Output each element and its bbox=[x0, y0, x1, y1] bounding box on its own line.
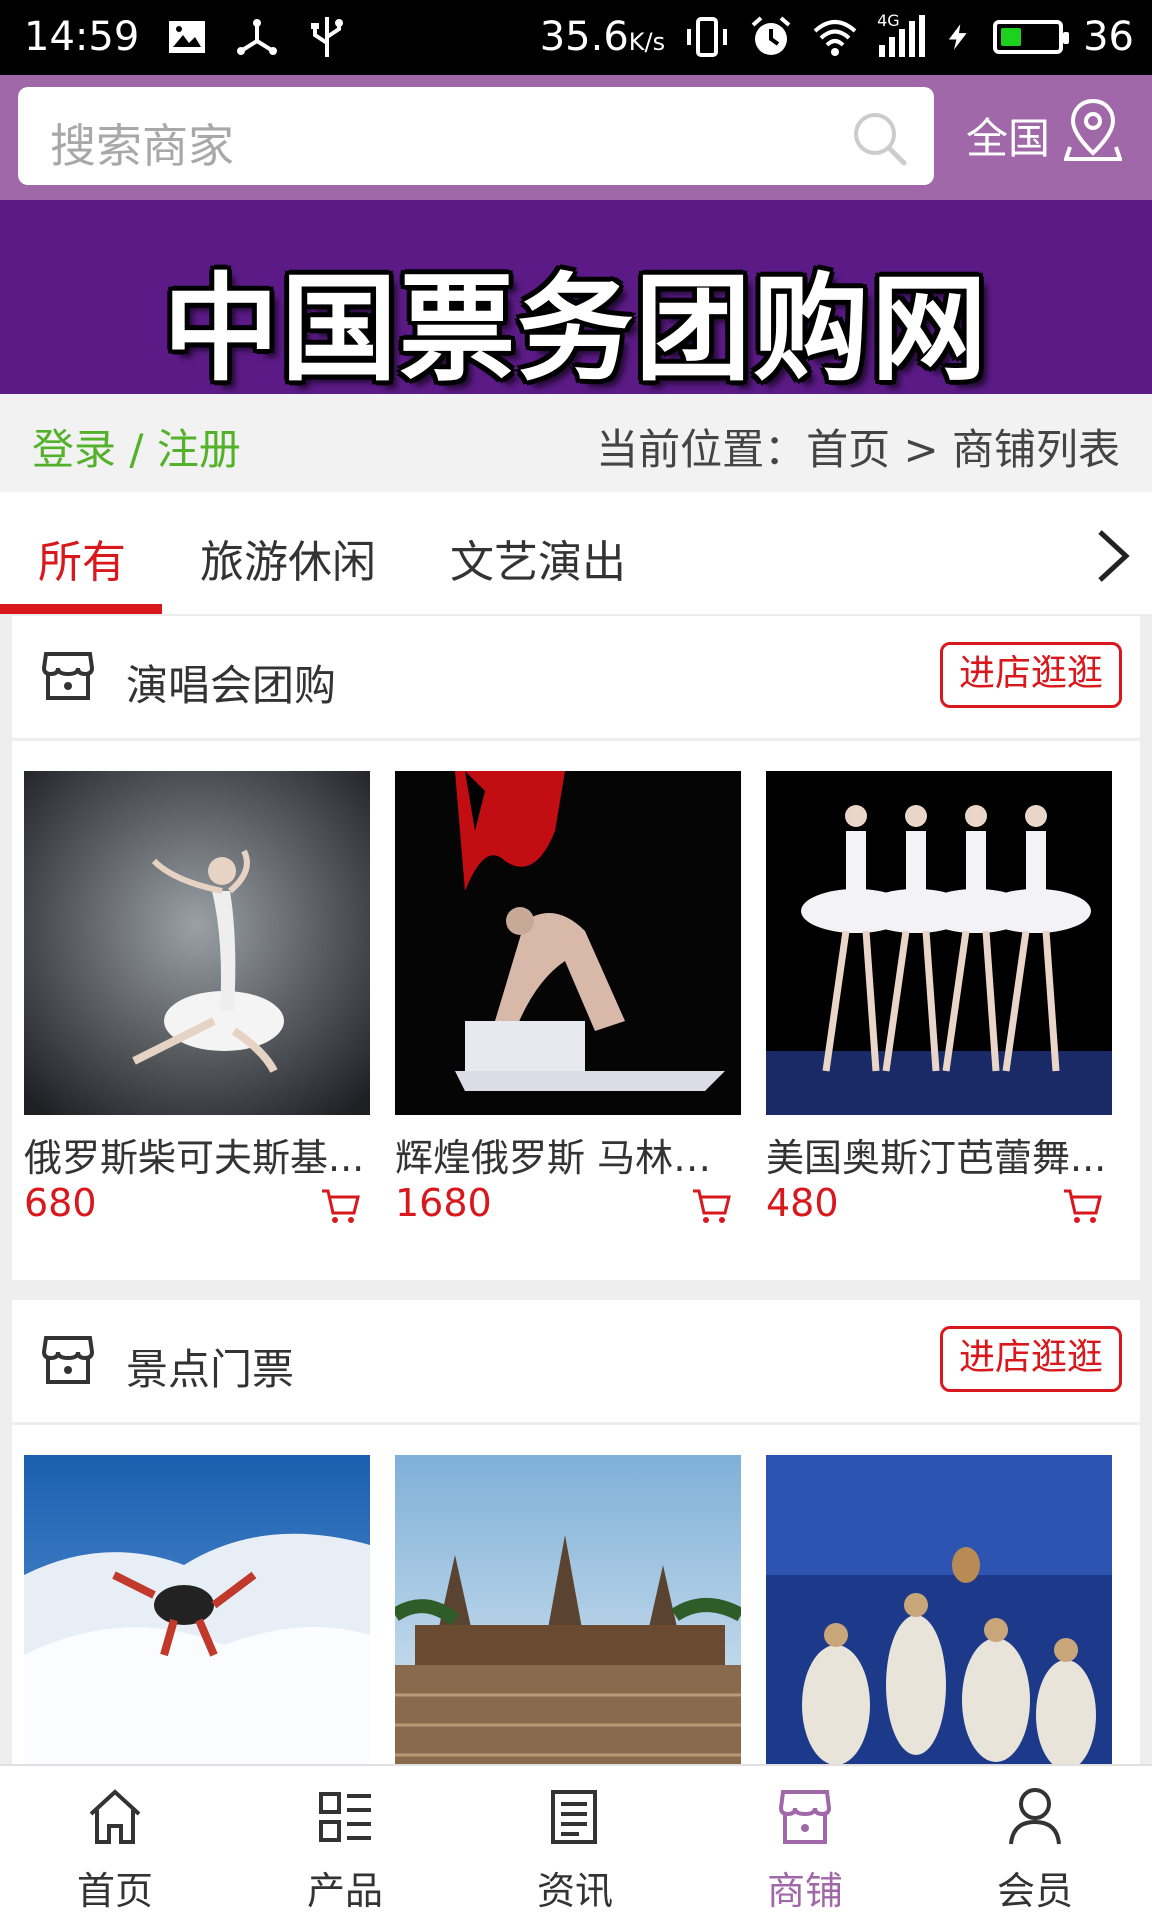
breadcrumb: 当前位置：首页 > 商铺列表 bbox=[596, 425, 1120, 474]
cart-icon[interactable] bbox=[1062, 1185, 1102, 1225]
shop-name: 演唱会团购 bbox=[126, 661, 337, 710]
battery-percent: 36 bbox=[1083, 14, 1134, 60]
search-placeholder: 搜索商家 bbox=[50, 119, 234, 173]
product-image-swan-lake[interactable] bbox=[766, 771, 1112, 1115]
nav-label: 会员 bbox=[996, 1869, 1073, 1913]
product-image-ballet-solo[interactable] bbox=[24, 771, 370, 1115]
product-image-angkor-wat[interactable] bbox=[395, 1455, 741, 1764]
shop-header: 景点门票 进店逛逛 bbox=[12, 1300, 1140, 1425]
login-register-link[interactable]: 登录 / 注册 bbox=[32, 416, 241, 477]
product-card[interactable] bbox=[766, 1455, 1112, 1764]
nav-member[interactable]: 会员 bbox=[920, 1766, 1150, 1920]
store-icon bbox=[41, 1336, 95, 1384]
product-price: 680 bbox=[24, 1181, 97, 1225]
nav-shops[interactable]: 商铺 bbox=[690, 1766, 920, 1920]
network-speed-unit: K/s bbox=[628, 28, 666, 56]
nav-news[interactable]: 资讯 bbox=[460, 1766, 690, 1920]
nav-label: 商铺 bbox=[766, 1869, 843, 1913]
user-icon bbox=[1009, 1788, 1061, 1845]
usb-icon bbox=[311, 17, 344, 57]
shop-header: 演唱会团购 进店逛逛 bbox=[12, 616, 1140, 741]
nav-label: 首页 bbox=[76, 1869, 153, 1913]
shop-icon bbox=[778, 1790, 832, 1844]
location-pin-icon[interactable] bbox=[1064, 97, 1122, 161]
product-name[interactable]: 辉煌俄罗斯 马林斯... bbox=[395, 1127, 741, 1182]
visit-shop-button[interactable]: 进店逛逛 bbox=[940, 1326, 1122, 1392]
cart-icon[interactable] bbox=[320, 1185, 360, 1225]
product-grid bbox=[12, 1425, 1140, 1764]
shop-card: 演唱会团购 进店逛逛 俄罗斯柴可夫斯基... 680 辉煌俄罗斯 马林斯... … bbox=[12, 616, 1140, 1280]
wifi-icon bbox=[813, 20, 857, 56]
home-icon bbox=[89, 1789, 141, 1844]
search-header: 搜索商家 全国 bbox=[0, 75, 1152, 200]
site-banner: 中国票务团购网 bbox=[0, 200, 1152, 397]
product-card[interactable] bbox=[395, 1455, 741, 1764]
battery-icon bbox=[993, 20, 1070, 54]
visit-shop-button[interactable]: 进店逛逛 bbox=[940, 642, 1122, 708]
store-icon bbox=[41, 652, 95, 700]
tab-all[interactable]: 所有 bbox=[38, 526, 126, 590]
status-time: 14:59 bbox=[24, 14, 140, 60]
product-price: 480 bbox=[766, 1181, 839, 1225]
product-image-skydiving[interactable] bbox=[24, 1455, 370, 1764]
search-input[interactable]: 搜索商家 bbox=[18, 87, 934, 185]
nav-label: 产品 bbox=[306, 1869, 383, 1913]
active-tab-indicator bbox=[0, 604, 162, 614]
category-tabs: 所有 旅游休闲 文艺演出 bbox=[0, 492, 1152, 614]
vibrate-icon bbox=[687, 17, 728, 57]
news-icon bbox=[551, 1790, 597, 1844]
product-image-folk-dance[interactable] bbox=[766, 1455, 1112, 1764]
status-bar: 14:59 35.6K/s 4G 36 bbox=[0, 0, 1152, 75]
battery-level-fill bbox=[1001, 28, 1022, 46]
nav-label: 资讯 bbox=[536, 1869, 613, 1913]
tab-performances[interactable]: 文艺演出 bbox=[450, 526, 626, 590]
signal-icon: 4G bbox=[877, 11, 926, 59]
nav-products[interactable]: 产品 bbox=[230, 1766, 460, 1920]
image-icon bbox=[169, 21, 206, 53]
charging-icon bbox=[948, 24, 967, 50]
product-grid: 俄罗斯柴可夫斯基... 680 辉煌俄罗斯 马林斯... 1680 美国奥斯汀芭… bbox=[12, 741, 1140, 1281]
bottom-navigation: 首页 产品 资讯 商铺 会员 bbox=[0, 1764, 1152, 1920]
shop-card: 景点门票 进店逛逛 bbox=[12, 1300, 1140, 1764]
alarm-icon bbox=[751, 16, 791, 55]
product-card[interactable] bbox=[24, 1455, 370, 1764]
product-card[interactable]: 俄罗斯柴可夫斯基... 680 bbox=[24, 771, 370, 1225]
region-selector[interactable]: 全国 bbox=[966, 105, 1050, 166]
product-list-icon bbox=[319, 1792, 371, 1842]
shop-name: 景点门票 bbox=[126, 1345, 295, 1394]
product-name[interactable]: 俄罗斯柴可夫斯基... bbox=[24, 1127, 370, 1182]
breadcrumb-row: 登录 / 注册 当前位置：首页 > 商铺列表 bbox=[0, 394, 1152, 492]
product-price: 1680 bbox=[395, 1181, 492, 1225]
product-name[interactable]: 美国奥斯汀芭蕾舞... bbox=[766, 1127, 1112, 1182]
product-card[interactable]: 辉煌俄罗斯 马林斯... 1680 bbox=[395, 771, 741, 1225]
usb-tether-icon bbox=[237, 19, 278, 55]
banner-title: 中国票务团购网 bbox=[163, 262, 989, 397]
product-card[interactable]: 美国奥斯汀芭蕾舞... 480 bbox=[766, 771, 1112, 1225]
chevron-right-icon[interactable] bbox=[1092, 528, 1132, 584]
cart-icon[interactable] bbox=[691, 1185, 731, 1225]
search-icon[interactable] bbox=[850, 109, 908, 167]
network-speed: 35.6 bbox=[539, 14, 629, 60]
product-image-stage-drama[interactable] bbox=[395, 771, 741, 1115]
nav-home[interactable]: 首页 bbox=[0, 1766, 230, 1920]
tab-travel-leisure[interactable]: 旅游休闲 bbox=[200, 526, 376, 590]
